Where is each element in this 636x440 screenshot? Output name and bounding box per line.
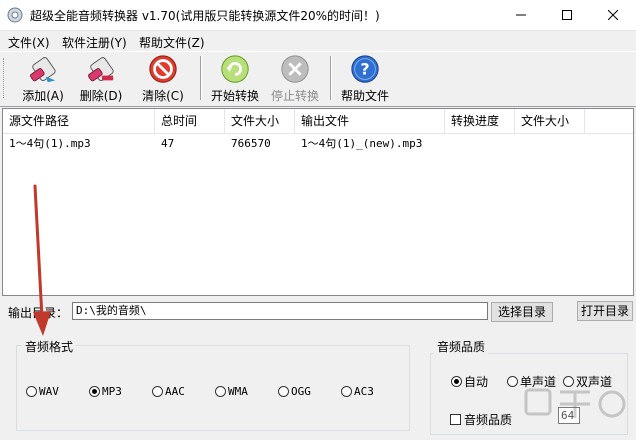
cell-progress [445,135,515,152]
menu-file[interactable]: 文件(X) [8,34,50,51]
radio-wav-label: WAV [39,385,59,398]
stop-convert-button[interactable]: 停止转换 [268,54,322,104]
toolbar: 添加(A) 删除(D) 清除(C) 开始转换 停止转换 ? 帮助文件 [0,51,636,107]
audio-format-title: 音频格式 [22,338,77,355]
radio-wma[interactable]: WMA [215,385,248,398]
radio-auto-dot [451,376,462,387]
svg-text:?: ? [360,60,369,79]
window-title: 超级全能音频转换器 v1.70(试用版只能转换源文件20%的时间！) [30,9,380,23]
add-button[interactable]: 添加(A) [20,54,66,104]
stop-convert-label: 停止转换 [270,89,319,103]
column-output-file[interactable]: 输出文件 [295,109,445,133]
radio-mono-dot [507,376,518,387]
audio-quality-title: 音频品质 [434,338,489,355]
cell-output-file: 1～4句(1)_(new).mp3 [301,137,423,150]
cell-source-path: 1～4句(1).mp3 [9,137,91,150]
file-list-header: 源文件路径 总时间 文件大小 输出文件 转换进度 文件大小 [3,109,633,134]
radio-ogg[interactable]: OGG [278,385,311,398]
title-bar: 超级全能音频转换器 v1.70(试用版只能转换源文件20%的时间！) [0,0,636,31]
close-icon [608,10,618,20]
add-label: 添加(A) [22,89,64,103]
cell-output-size [515,135,585,152]
radio-aac[interactable]: AAC [152,385,185,398]
choose-dir-button[interactable]: 选择目录 [491,302,553,322]
menu-register[interactable]: 软件注册(Y) [62,34,127,51]
cell-total-time: 47 [161,137,175,150]
menu-bar: 文件(X) 软件注册(Y) 帮助文件(Z) [0,31,636,51]
output-dir-label: 输出目录： [8,306,69,320]
watermark-logo [524,388,626,418]
delete-file-icon [88,57,114,82]
help-button[interactable]: ? 帮助文件 [338,54,392,104]
minimize-button[interactable] [498,0,544,30]
menu-help[interactable]: 帮助文件(Z) [139,34,205,51]
toolbar-grip [3,58,7,98]
app-icon [7,7,23,23]
output-dir-field[interactable]: D:\我的音频\ [72,302,488,320]
radio-ogg-dot [278,386,289,397]
minimize-icon [516,14,526,16]
radio-wma-dot [215,386,226,397]
radio-ac3-label: AC3 [354,385,374,398]
radio-aac-dot [152,386,163,397]
column-source-path[interactable]: 源文件路径 [3,109,155,133]
maximize-icon [562,10,572,20]
maximize-button[interactable] [544,0,590,30]
radio-mp3-label: MP3 [102,385,122,398]
cell-file-size: 766570 [231,137,271,150]
radio-aac-label: AAC [165,385,185,398]
radio-wav-dot [26,386,37,397]
clear-icon [149,55,177,83]
radio-wav[interactable]: WAV [26,385,59,398]
column-file-size[interactable]: 文件大小 [225,109,295,133]
column-total-time[interactable]: 总时间 [155,109,225,133]
stop-icon [281,55,309,83]
radio-ac3[interactable]: AC3 [341,385,374,398]
help-label: 帮助文件 [340,89,389,103]
delete-label: 删除(D) [79,89,123,103]
add-file-icon [30,57,56,83]
close-button[interactable] [590,0,636,30]
quality-checkbox[interactable]: 音频品质 [450,411,512,428]
clear-button[interactable]: 清除(C) [140,54,186,104]
radio-ac3-dot [341,386,352,397]
quality-checkbox-box [450,414,461,425]
column-progress[interactable]: 转换进度 [445,109,515,133]
toolbar-separator [330,56,332,100]
column-output-size[interactable]: 文件大小 [515,109,585,133]
start-convert-label: 开始转换 [210,89,259,103]
radio-mp3-dot [89,386,100,397]
help-icon: ? [351,55,379,83]
start-convert-button[interactable]: 开始转换 [208,54,262,104]
radio-mp3[interactable]: MP3 [89,385,122,398]
open-dir-button[interactable]: 打开目录 [577,301,633,321]
radio-auto-label: 自动 [464,375,489,389]
file-list[interactable]: 源文件路径 总时间 文件大小 输出文件 转换进度 文件大小 1～4句(1).mp… [2,108,634,296]
toolbar-separator [200,56,202,100]
delete-button[interactable]: 删除(D) [78,54,124,104]
radio-wma-label: WMA [228,385,248,398]
radio-auto[interactable]: 自动 [451,373,488,390]
refresh-icon [221,55,249,83]
quality-checkbox-label: 音频品质 [464,413,513,427]
radio-ogg-label: OGG [291,385,311,398]
table-row[interactable]: 1～4句(1).mp3 47 766570 1～4句(1)_(new).mp3 [3,135,633,152]
clear-label: 清除(C) [142,89,184,103]
